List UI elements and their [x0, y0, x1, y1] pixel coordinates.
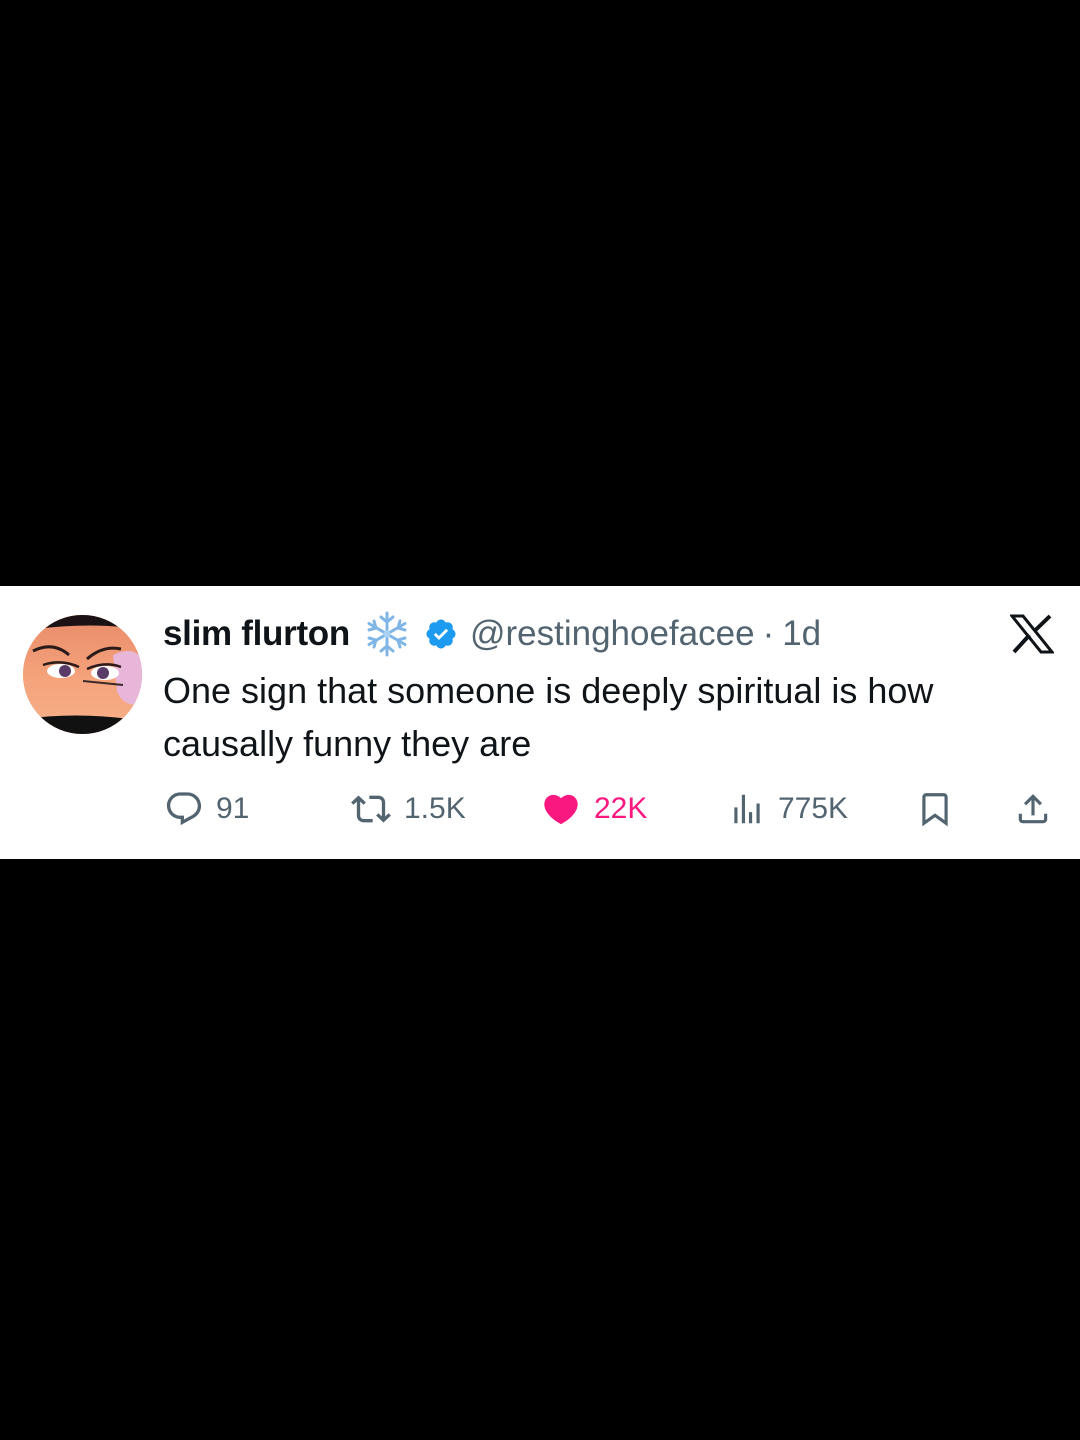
like-button[interactable]: 22K — [540, 786, 647, 832]
bookmark-button[interactable] — [916, 786, 954, 832]
repost-count: 1.5K — [404, 792, 466, 825]
analytics-icon — [734, 794, 760, 824]
reply-icon — [166, 792, 202, 826]
views-count: 775K — [778, 792, 849, 825]
verified-badge-icon — [424, 617, 458, 651]
user-handle[interactable]: @restinghoefacee — [470, 614, 755, 654]
avatar[interactable] — [23, 615, 142, 734]
bookmark-icon — [922, 793, 948, 827]
tweet-header: slim flurton @restinghoefacee · 1d — [163, 611, 821, 657]
like-count: 22K — [594, 792, 648, 825]
heart-icon — [544, 794, 578, 825]
avatar-image — [23, 615, 142, 734]
tweet-actions: 91 1.5K 22K 775K — [0, 786, 1080, 832]
views-button[interactable]: 775K — [728, 786, 848, 832]
share-icon — [1018, 794, 1048, 824]
tweet-text: One sign that someone is deeply spiritua… — [163, 670, 934, 764]
share-button[interactable] — [1014, 786, 1052, 832]
repost-button[interactable]: 1.5K — [350, 786, 466, 832]
reply-count: 91 — [216, 792, 250, 825]
separator-dot: · — [762, 614, 775, 653]
x-logo-icon — [1008, 614, 1056, 654]
snowflake-icon — [362, 609, 412, 659]
repost-icon — [351, 795, 391, 823]
reply-button[interactable]: 91 — [164, 786, 249, 832]
display-name[interactable]: slim flurton — [163, 614, 350, 654]
timestamp[interactable]: 1d — [782, 614, 821, 654]
